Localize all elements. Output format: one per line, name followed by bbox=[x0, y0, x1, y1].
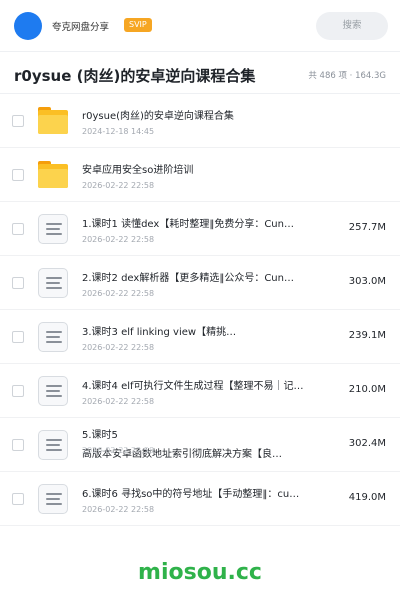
item-name: 4.课时4 elf可执行文件生成过程【整理不易｜记… bbox=[82, 381, 304, 392]
share-page: 夸克网盘分享 SVIP 搜索 r0ysue (肉丝)的安卓逆向课程合集 共 48… bbox=[0, 0, 400, 600]
item-name: 5.课时5 高版本安卓函数地址索引彻底解决方案【良… bbox=[82, 426, 322, 464]
list-item[interactable]: 4.课时4 elf可执行文件生成过程【整理不易｜记… 2026-02-22 22… bbox=[0, 364, 400, 418]
document-icon bbox=[38, 430, 68, 460]
document-icon bbox=[38, 214, 68, 244]
list-item[interactable]: 安卓应用安全so进阶培训 2026-02-22 22:58 bbox=[0, 148, 400, 202]
folder-icon bbox=[38, 160, 68, 190]
document-icon bbox=[38, 376, 68, 406]
item-name: r0ysue(肉丝)的安卓逆向课程合集 bbox=[82, 111, 234, 122]
list-item[interactable]: 3.课时3 elf linking view【精挑… 2026-02-22 22… bbox=[0, 310, 400, 364]
select-checkbox[interactable] bbox=[12, 277, 24, 289]
avatar[interactable] bbox=[14, 12, 42, 40]
watermark-text: miosou.cc bbox=[138, 560, 262, 585]
item-name: 6.课时6 寻找so中的符号地址【手动整理‖：cu… bbox=[82, 489, 300, 500]
item-name: 2.课时2 dex解析器【更多精选‖公众号：Cun… bbox=[82, 273, 294, 284]
select-checkbox[interactable] bbox=[12, 493, 24, 505]
item-size: 303.0M bbox=[348, 276, 386, 287]
item-size: 210.0M bbox=[348, 384, 386, 395]
document-icon bbox=[38, 268, 68, 298]
list-item[interactable]: 1.课时1 读懂dex【耗时整理‖免费分享：Cun… 2026-02-22 22… bbox=[0, 202, 400, 256]
item-date: 2026-02-22 22:58 bbox=[82, 235, 155, 244]
item-date: 2026-02-22 22:58 bbox=[82, 181, 155, 190]
list-item[interactable]: 6.课时6 寻找so中的符号地址【手动整理‖：cu… 2026-02-22 22… bbox=[0, 472, 400, 526]
item-name: 1.课时1 读懂dex【耗时整理‖免费分享：Cun… bbox=[82, 219, 294, 230]
item-date: 2026-02-22 22:58 bbox=[82, 397, 155, 406]
item-date: 2026-02-22 22:58 bbox=[82, 343, 155, 352]
select-checkbox[interactable] bbox=[12, 169, 24, 181]
item-date: 2026-02-22 22:58 bbox=[82, 505, 155, 514]
select-checkbox[interactable] bbox=[12, 223, 24, 235]
item-name: 安卓应用安全so进阶培训 bbox=[82, 165, 194, 176]
document-icon bbox=[38, 484, 68, 514]
item-size: 257.7M bbox=[348, 222, 386, 233]
select-checkbox[interactable] bbox=[12, 331, 24, 343]
item-date: 2024-12-18 14:45 bbox=[82, 127, 155, 136]
select-checkbox[interactable] bbox=[12, 115, 24, 127]
item-date: 2026-02-22 22:58 bbox=[82, 289, 155, 298]
sharer-name: 夸克网盘分享 bbox=[52, 22, 110, 33]
item-size: 419.0M bbox=[348, 492, 386, 503]
item-name: 3.课时3 elf linking view【精挑… bbox=[82, 327, 237, 338]
item-size: 239.1M bbox=[348, 330, 386, 341]
svip-badge: SVIP bbox=[124, 18, 152, 32]
folder-icon bbox=[38, 106, 68, 136]
list-item[interactable]: 2.课时2 dex解析器【更多精选‖公众号：Cun… 2026-02-22 22… bbox=[0, 256, 400, 310]
item-name-line1: 5.课时5 bbox=[82, 430, 118, 441]
item-size: 302.4M bbox=[348, 438, 386, 449]
item-summary: 共 486 项 · 164.3G bbox=[308, 71, 386, 81]
select-checkbox[interactable] bbox=[12, 439, 24, 451]
search-button[interactable]: 搜索 bbox=[316, 12, 388, 40]
document-icon bbox=[38, 322, 68, 352]
file-list: r0ysue(肉丝)的安卓逆向课程合集 2024-12-18 14:45 安卓应… bbox=[0, 94, 400, 526]
list-item[interactable]: r0ysue(肉丝)的安卓逆向课程合集 2024-12-18 14:45 bbox=[0, 94, 400, 148]
select-checkbox[interactable] bbox=[12, 385, 24, 397]
share-header: 夸克网盘分享 SVIP 搜索 bbox=[0, 0, 400, 52]
item-date: 2026-02-22 22:58 bbox=[82, 446, 155, 455]
page-title: r0ysue (肉丝)的安卓逆向课程合集 bbox=[14, 67, 256, 85]
list-item[interactable]: 5.课时5 高版本安卓函数地址索引彻底解决方案【良… 2026-02-22 22… bbox=[0, 418, 400, 472]
title-bar: r0ysue (肉丝)的安卓逆向课程合集 共 486 项 · 164.3G bbox=[0, 52, 400, 94]
